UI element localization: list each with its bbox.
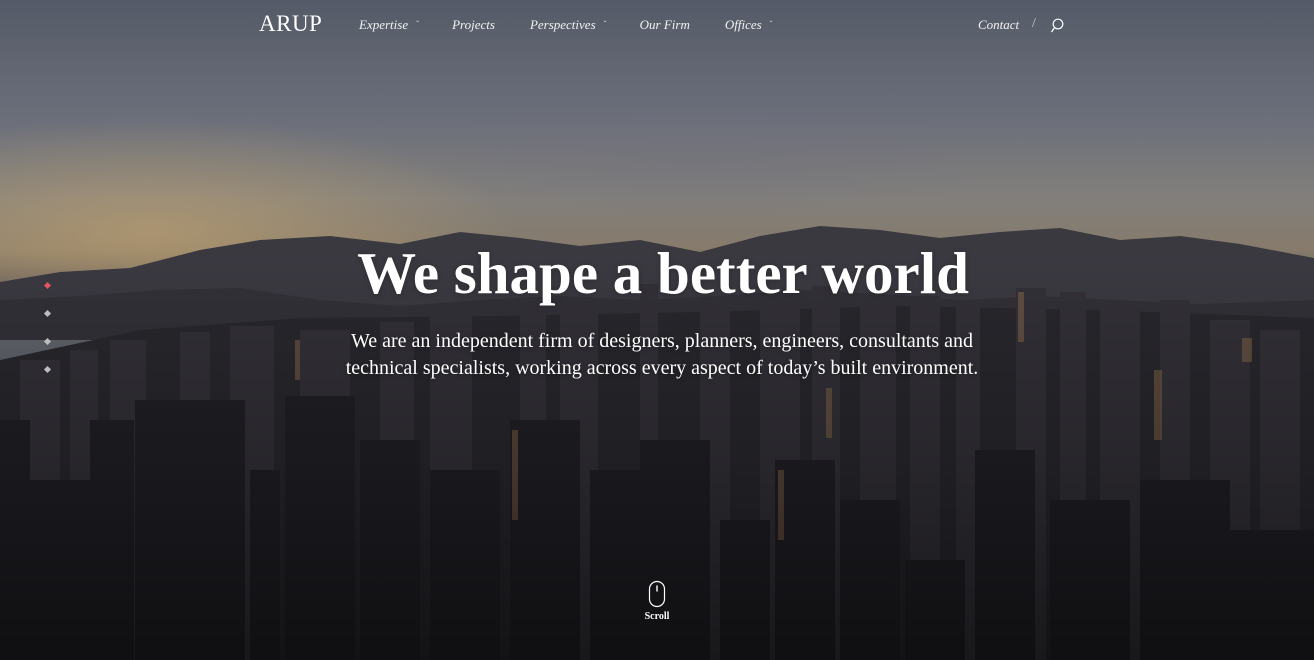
hero-headline: We shape a better world bbox=[357, 240, 969, 306]
slide-indicator bbox=[43, 281, 52, 395]
nav-item-perspectives[interactable]: Perspectives ˇ bbox=[530, 17, 607, 33]
slide-dot[interactable] bbox=[43, 337, 52, 346]
search-icon[interactable] bbox=[1050, 18, 1064, 34]
slide-dot[interactable] bbox=[43, 309, 52, 318]
arup-logo[interactable]: ARUP bbox=[259, 11, 322, 37]
nav-item-label: Our Firm bbox=[639, 17, 690, 32]
slide-dot[interactable] bbox=[43, 365, 52, 374]
nav-item-expertise[interactable]: Expertise ˇ bbox=[359, 17, 419, 33]
nav-item-projects[interactable]: Projects bbox=[452, 17, 495, 33]
chevron-down-icon: ˇ bbox=[416, 19, 420, 29]
nav-item-label: Expertise bbox=[359, 17, 409, 32]
hero-section: ARUP Expertise ˇ Projects Perspectives ˇ… bbox=[0, 0, 1314, 660]
nav-item-our-firm[interactable]: Our Firm bbox=[640, 17, 690, 33]
nav-item-label: Offices bbox=[724, 17, 762, 32]
site-header: ARUP Expertise ˇ Projects Perspectives ˇ… bbox=[0, 0, 1314, 52]
contact-link[interactable]: Contact bbox=[978, 17, 1019, 33]
nav-item-label: Perspectives bbox=[529, 17, 596, 32]
hero-description: We are an independent firm of designers,… bbox=[345, 330, 979, 379]
chevron-down-icon: ˇ bbox=[603, 19, 607, 29]
scroll-indicator[interactable]: Scroll bbox=[640, 580, 674, 622]
mouse-icon bbox=[648, 580, 666, 608]
main-nav: Expertise ˇ Projects Perspectives ˇ Our … bbox=[359, 17, 773, 33]
chevron-down-icon: ˇ bbox=[769, 19, 773, 29]
nav-item-offices[interactable]: Offices ˇ bbox=[725, 17, 773, 33]
scroll-label: Scroll bbox=[644, 611, 670, 622]
nav-item-label: Projects bbox=[452, 17, 495, 32]
slide-dot-active[interactable] bbox=[43, 281, 52, 290]
nav-separator: / bbox=[1032, 16, 1036, 31]
